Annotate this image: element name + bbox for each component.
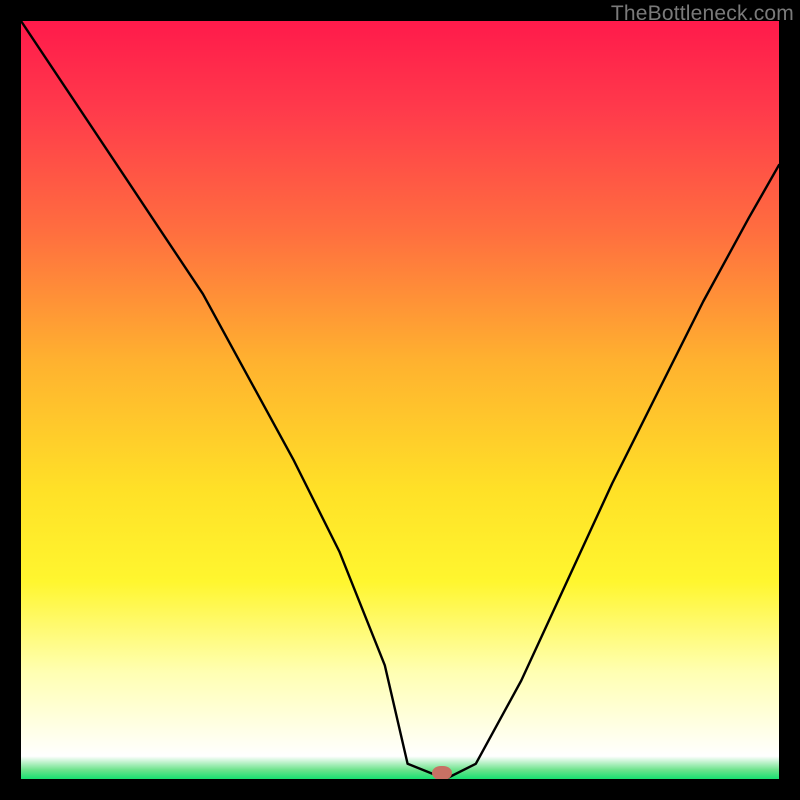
chart-frame: TheBottleneck.com — [0, 0, 800, 800]
watermark-text: TheBottleneck.com — [611, 2, 794, 26]
bottleneck-curve — [21, 21, 779, 779]
plot-area — [21, 21, 779, 779]
optimal-point-marker — [432, 766, 452, 779]
